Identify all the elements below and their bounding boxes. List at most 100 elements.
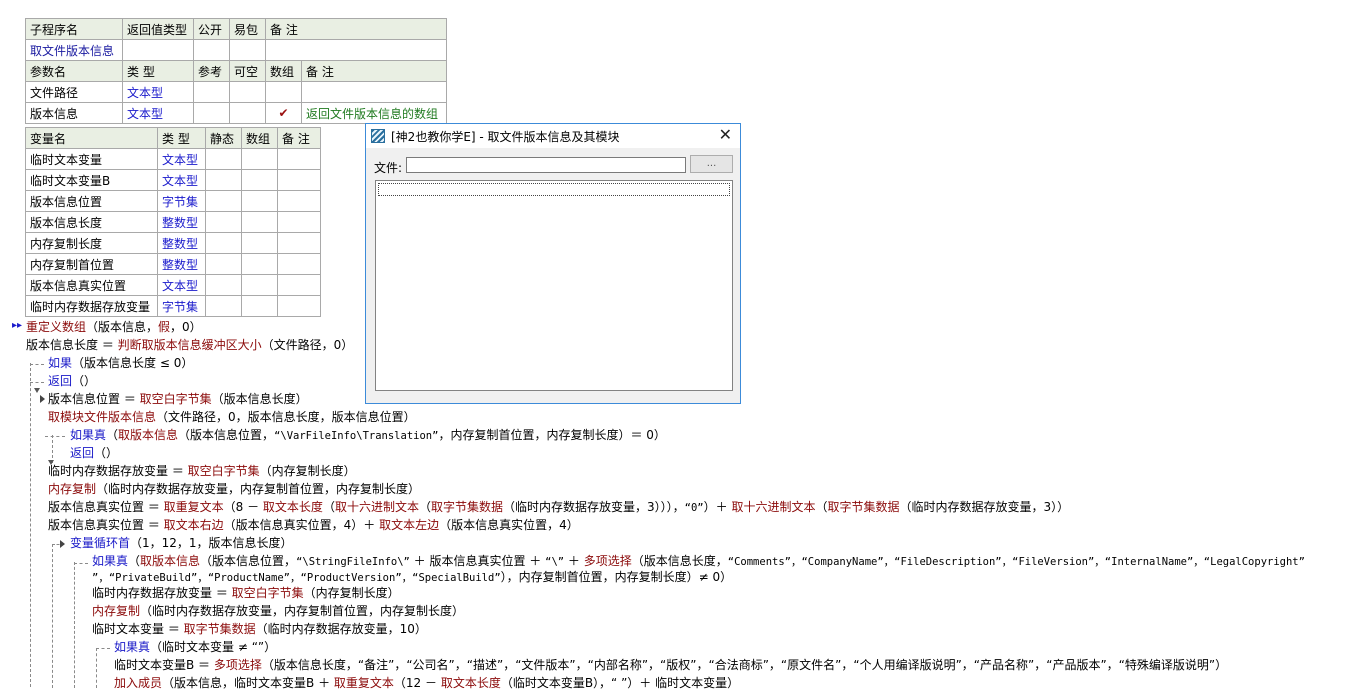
var-name[interactable]: 版本信息长度 — [25, 211, 158, 233]
expand-arrow-icon[interactable] — [40, 395, 45, 403]
public-cell[interactable] — [193, 39, 230, 61]
var-name[interactable]: 临时文本变量 — [25, 148, 158, 170]
var-type[interactable]: 字节集 — [157, 295, 206, 317]
var-name[interactable]: 临时文本变量B — [25, 169, 158, 191]
var-array[interactable] — [241, 232, 278, 254]
var-array[interactable] — [241, 274, 278, 296]
array-check-icon[interactable]: ✔ — [265, 102, 302, 124]
sub-name-cell[interactable]: 取文件版本信息 — [25, 39, 123, 61]
var-type[interactable]: 整数型 — [157, 211, 206, 233]
var-array[interactable] — [241, 169, 278, 191]
code-line[interactable]: 加入成员（版本信息，临时文本变量B ＋ 取重复文本（12 － 取文本长度（临时文… — [114, 674, 739, 692]
var-row[interactable]: 内存复制长度 整数型 — [25, 232, 321, 254]
var-static[interactable] — [205, 190, 242, 212]
param-name[interactable]: 文件路径 — [25, 81, 123, 103]
var-row[interactable]: 内存复制首位置 整数型 — [25, 253, 321, 275]
var-note[interactable] — [277, 190, 321, 212]
var-type[interactable]: 整数型 — [157, 253, 206, 275]
browse-button[interactable]: ... — [690, 155, 733, 173]
close-icon[interactable]: ✕ — [719, 125, 732, 145]
param-ref[interactable] — [193, 81, 230, 103]
return-type-cell[interactable] — [122, 39, 194, 61]
version-info-dialog[interactable]: [神2也教你学E] - 取文件版本信息及其模块 ✕ 文件: ... — [365, 123, 741, 404]
easy-pkg-cell[interactable] — [229, 39, 266, 61]
version-info-list[interactable] — [375, 180, 733, 391]
var-array[interactable] — [241, 148, 278, 170]
code-line[interactable]: 版本信息真实位置 ＝ 取重复文本（8 － 取文本长度（取十六进制文本（取字节集数… — [48, 498, 1069, 516]
param-array[interactable] — [265, 81, 302, 103]
code-line[interactable]: 如果（版本信息长度 ≤ 0） — [48, 354, 193, 372]
dialog-title-bar[interactable]: [神2也教你学E] - 取文件版本信息及其模块 ✕ — [366, 124, 740, 148]
param-nullable[interactable] — [229, 102, 266, 124]
param-row[interactable]: 版本信息 文本型 ✔ 返回文件版本信息的数组 — [25, 102, 448, 124]
var-type[interactable]: 文本型 — [157, 169, 206, 191]
var-static[interactable] — [205, 169, 242, 191]
code-line[interactable]: 如果真（临时文本变量 ≠ “”） — [114, 638, 276, 656]
sub-note-cell[interactable] — [264, 39, 448, 61]
var-note[interactable] — [277, 274, 321, 296]
var-static[interactable] — [205, 211, 242, 233]
flow-line — [74, 562, 75, 688]
var-note[interactable] — [277, 211, 321, 233]
param-row[interactable]: 文件路径 文本型 — [25, 81, 448, 103]
code-line[interactable]: 内存复制（临时内存数据存放变量，内存复制首位置，内存复制长度） — [92, 602, 464, 620]
var-type[interactable]: 文本型 — [157, 274, 206, 296]
var-row[interactable]: 临时文本变量B 文本型 — [25, 169, 321, 191]
col-var-note: 备 注 — [277, 127, 321, 149]
code-line[interactable]: 临时文本变量B ＝ 多项选择（版本信息长度，“备注”，“公司名”，“描述”，“文… — [114, 656, 1227, 674]
keyword: 如果真 — [114, 640, 151, 654]
code-line[interactable]: 临时内存数据存放变量 ＝ 取空白字节集（内存复制长度） — [92, 584, 400, 602]
code-line[interactable]: 版本信息位置 ＝ 取空白字节集（版本信息长度） — [48, 390, 308, 408]
var-note[interactable] — [277, 232, 321, 254]
file-path-input[interactable] — [406, 157, 686, 173]
var-name[interactable]: 内存复制长度 — [25, 232, 158, 254]
var-array[interactable] — [241, 211, 278, 233]
param-note[interactable]: 返回文件版本信息的数组 — [300, 102, 448, 124]
code-line[interactable]: 临时文本变量 ＝ 取字节集数据（临时内存数据存放变量，10） — [92, 620, 427, 638]
var-row[interactable]: 临时文本变量 文本型 — [25, 148, 321, 170]
var-row[interactable]: 临时内存数据存放变量 字节集 — [25, 295, 321, 317]
param-type[interactable]: 文本型 — [122, 81, 194, 103]
var-type[interactable]: 整数型 — [157, 232, 206, 254]
var-array[interactable] — [241, 295, 278, 317]
var-name[interactable]: 内存复制首位置 — [25, 253, 158, 275]
code-line[interactable]: 如果真（取版本信息（版本信息位置，“\VarFileInfo\Translati… — [70, 426, 666, 444]
var-name[interactable]: 版本信息真实位置 — [25, 274, 158, 296]
param-name[interactable]: 版本信息 — [25, 102, 123, 124]
col-nullable: 可空 — [229, 60, 266, 82]
var-note[interactable] — [277, 148, 321, 170]
code-line[interactable]: 临时内存数据存放变量 ＝ 取空白字节集（内存复制长度） — [48, 462, 356, 480]
list-focus-row[interactable] — [378, 183, 730, 196]
var-note[interactable] — [277, 253, 321, 275]
code-line[interactable]: 取模块文件版本信息（文件路径，0，版本信息长度，版本信息位置） — [48, 408, 416, 426]
var-array[interactable] — [241, 190, 278, 212]
code-line[interactable]: 重定义数组（版本信息，假，0） — [26, 318, 202, 336]
code-line[interactable]: 版本信息长度 ＝ 判断取版本信息缓冲区大小（文件路径，0） — [26, 336, 353, 354]
var-name[interactable]: 临时内存数据存放变量 — [25, 295, 158, 317]
var-static[interactable] — [205, 232, 242, 254]
var-note[interactable] — [277, 169, 321, 191]
var-row[interactable]: 版本信息长度 整数型 — [25, 211, 321, 233]
var-static[interactable] — [205, 148, 242, 170]
var-static[interactable] — [205, 295, 242, 317]
var-array[interactable] — [241, 253, 278, 275]
col-param-type: 类 型 — [122, 60, 194, 82]
param-ref[interactable] — [193, 102, 230, 124]
code-line[interactable]: 内存复制（临时内存数据存放变量，内存复制首位置，内存复制长度） — [48, 480, 420, 498]
var-name[interactable]: 版本信息位置 — [25, 190, 158, 212]
code-line[interactable]: 返回（） — [70, 444, 118, 462]
code-line[interactable]: 返回（） — [48, 372, 96, 390]
var-row[interactable]: 版本信息位置 字节集 — [25, 190, 321, 212]
var-static[interactable] — [205, 253, 242, 275]
var-row[interactable]: 版本信息真实位置 文本型 — [25, 274, 321, 296]
var-type[interactable]: 字节集 — [157, 190, 206, 212]
flow-line — [74, 563, 88, 564]
param-note[interactable] — [300, 81, 448, 103]
code-line[interactable]: 变量循环首（1，12，1，版本信息长度） — [70, 534, 293, 552]
var-static[interactable] — [205, 274, 242, 296]
param-nullable[interactable] — [229, 81, 266, 103]
var-type[interactable]: 文本型 — [157, 148, 206, 170]
var-note[interactable] — [277, 295, 321, 317]
code-line[interactable]: 版本信息真实位置 ＝ 取文本右边（版本信息真实位置，4）＋ 取文本左边（版本信息… — [48, 516, 579, 534]
param-type[interactable]: 文本型 — [122, 102, 194, 124]
